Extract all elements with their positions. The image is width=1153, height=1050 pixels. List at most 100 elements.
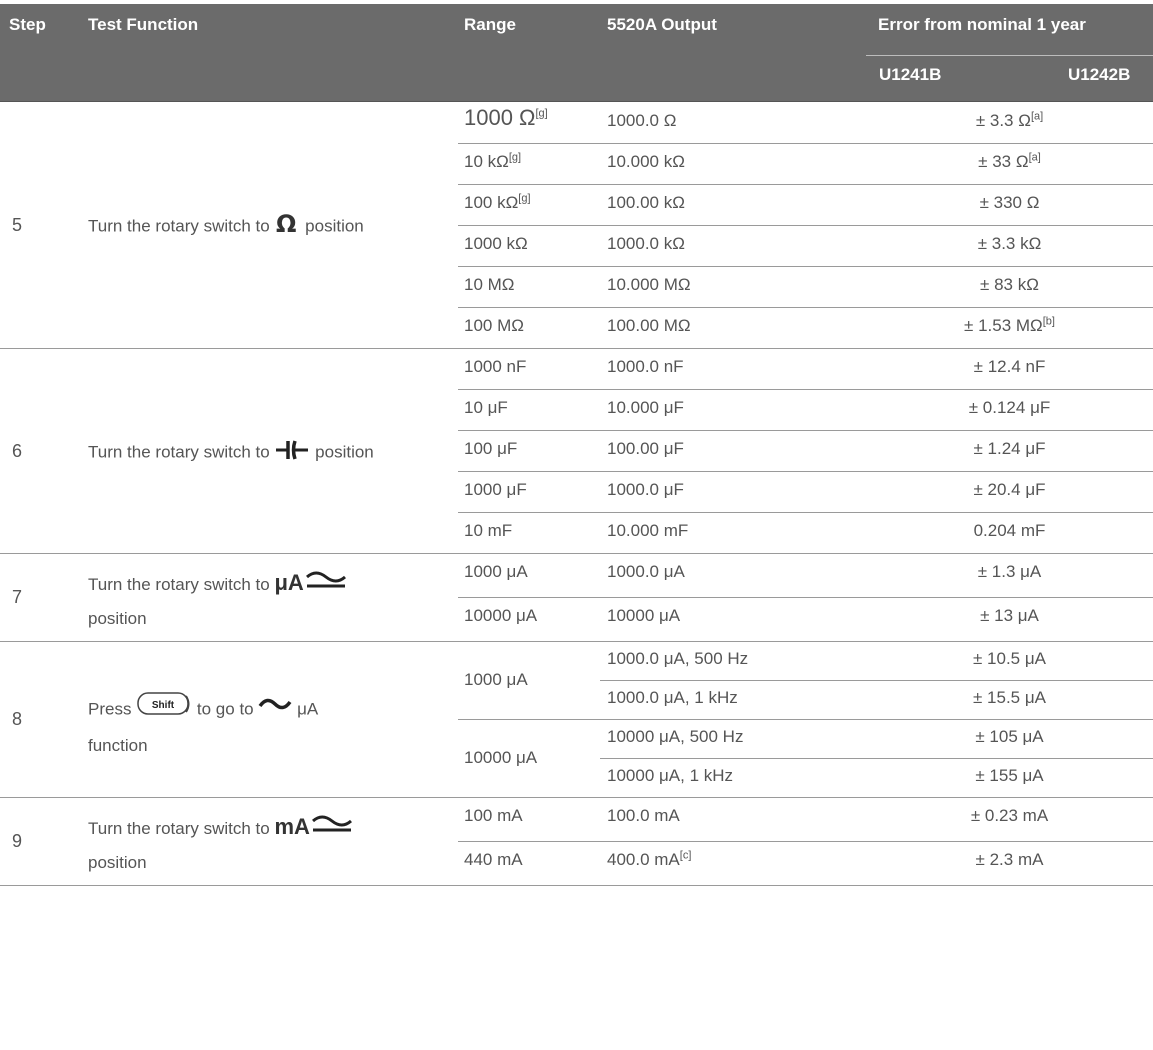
row-rule <box>0 553 1153 554</box>
header-step: Step <box>9 15 46 34</box>
cell-text: ± 0.124 μF <box>968 398 1051 417</box>
test-function: Press Shift to go to μA function <box>88 691 448 763</box>
footnote-ref: [a] <box>1030 110 1044 123</box>
cell-text: 1000.0 μF <box>607 480 684 499</box>
step-number: 6 <box>12 440 23 461</box>
output-cell: 10.000 μF <box>607 397 684 419</box>
range-cell: 100 MΩ <box>464 315 524 337</box>
range-cell: 10 mF <box>464 520 512 542</box>
function-text: Turn the rotary switch to <box>88 819 275 838</box>
cell-text: 1000.0 kΩ <box>607 234 685 253</box>
cell-text: ± 1.24 μF <box>973 439 1046 458</box>
footnote-ref: [g] <box>535 107 548 120</box>
cell-text: 1000 nF <box>464 357 527 376</box>
test-function: Turn the rotary switch to μA position <box>88 567 448 635</box>
function-text: position <box>88 853 147 873</box>
shift-key-icon: Shift <box>136 691 192 729</box>
header-divider <box>866 55 1153 56</box>
cell-text: 100.00 μF <box>607 439 684 458</box>
svg-text:Shift: Shift <box>152 700 175 711</box>
cell-text: 100 μF <box>464 439 518 458</box>
error-cell: ± 3.3 Ω[a] <box>866 110 1153 132</box>
range-cell: 1000 Ω[g] <box>464 107 548 129</box>
row-rule <box>458 143 1153 144</box>
cell-text: ± 13 μA <box>980 606 1039 625</box>
step-number: 8 <box>12 709 23 729</box>
cell-text: ± 33 Ω <box>978 152 1029 171</box>
cell-text: 10.000 mF <box>607 521 689 540</box>
footnote-ref: [c] <box>679 849 692 862</box>
output-cell: 1000.0 μA, 500 Hz <box>607 648 748 670</box>
error-cell: ± 1.24 μF <box>866 438 1153 460</box>
test-function: Turn the rotary switch to mA position <box>88 811 448 879</box>
function-text: Press <box>88 699 137 719</box>
cell-text: ± 155 μA <box>975 766 1044 785</box>
function-text: position <box>88 609 147 629</box>
output-cell: 10.000 MΩ <box>607 274 691 296</box>
header-bottom-rule <box>0 101 1153 102</box>
output-cell: 10.000 mF <box>607 520 688 542</box>
footnote-ref: [a] <box>1028 151 1041 164</box>
row-rule <box>458 841 1153 842</box>
row-rule <box>458 184 1153 185</box>
error-cell: ± 20.4 μF <box>866 479 1153 501</box>
cell-text: ± 1.53 MΩ <box>964 316 1043 335</box>
output-cell: 10000 μA <box>607 605 680 627</box>
cell-text: 1000.0 μA <box>607 562 685 581</box>
function-text: position <box>310 441 374 461</box>
header-range: Range <box>464 15 516 34</box>
row-rule <box>0 641 1153 642</box>
row-rule <box>458 512 1153 513</box>
error-cell: ± 2.3 mA <box>866 849 1153 871</box>
svg-text:Ω: Ω <box>276 212 296 236</box>
error-cell: ± 155 μA <box>866 765 1153 787</box>
error-cell: ± 10.5 μA <box>866 648 1153 670</box>
cell-text: ± 330 Ω <box>979 193 1040 212</box>
cell-text: ± 12.4 nF <box>973 357 1046 376</box>
row-rule <box>458 597 1153 598</box>
cell-text: 100.00 MΩ <box>607 316 691 335</box>
header-u1241b: U1241B <box>879 65 942 84</box>
cell-text: 10 μF <box>464 398 508 417</box>
cell-text: 1000 Ω <box>464 105 536 130</box>
range-cell: 100 mA <box>464 805 523 827</box>
cell-text: ± 2.3 mA <box>975 850 1044 869</box>
cell-text: ± 15.5 μA <box>973 688 1046 707</box>
cell-text: 1000.0 Ω <box>607 111 677 130</box>
table-header: Step Test Function Range 5520A Output Er… <box>0 4 1153 101</box>
cell-text: 100.00 kΩ <box>607 193 685 212</box>
row-rule <box>458 225 1153 226</box>
cell-text: 440 mA <box>464 850 523 869</box>
capacitor-icon <box>274 438 310 468</box>
ohm-icon: Ω <box>274 210 300 242</box>
range-cell: 10 μF <box>464 397 508 419</box>
test-function: Turn the rotary switch to Ω position <box>88 210 364 242</box>
row-rule <box>458 719 1153 720</box>
function-text: Turn the rotary switch to <box>88 441 275 461</box>
range-cell: 1000 kΩ <box>464 233 528 255</box>
cell-text: 1000 μA <box>464 670 528 689</box>
test-function: Turn the rotary switch to position <box>88 438 374 468</box>
cell-text: 1000 kΩ <box>464 234 528 253</box>
header-test-function: Test Function <box>88 15 199 34</box>
row-rule <box>0 885 1153 886</box>
header-output: 5520A Output <box>607 15 717 34</box>
range-cell: 1000 μF <box>464 479 527 501</box>
row-rule <box>458 389 1153 390</box>
row-rule <box>600 680 1153 681</box>
row-rule <box>458 430 1153 431</box>
function-symbol: μA <box>274 570 304 595</box>
cell-text: 10 kΩ <box>464 152 509 171</box>
cell-text: ± 83 kΩ <box>980 275 1039 294</box>
cell-text: 100.0 mA <box>607 806 680 825</box>
cell-text: 10000 μA <box>464 606 538 625</box>
cell-text: 1000 μA <box>464 562 528 581</box>
cell-text: 10000 μA, 500 Hz <box>607 727 744 746</box>
output-cell: 10.000 kΩ <box>607 151 685 173</box>
output-cell: 1000.0 kΩ <box>607 233 685 255</box>
range-cell: 1000 μA <box>464 561 528 583</box>
function-text: position <box>300 216 364 236</box>
range-cell: 1000 nF <box>464 356 526 378</box>
row-rule <box>458 266 1153 267</box>
function-unit: μA <box>292 699 319 719</box>
